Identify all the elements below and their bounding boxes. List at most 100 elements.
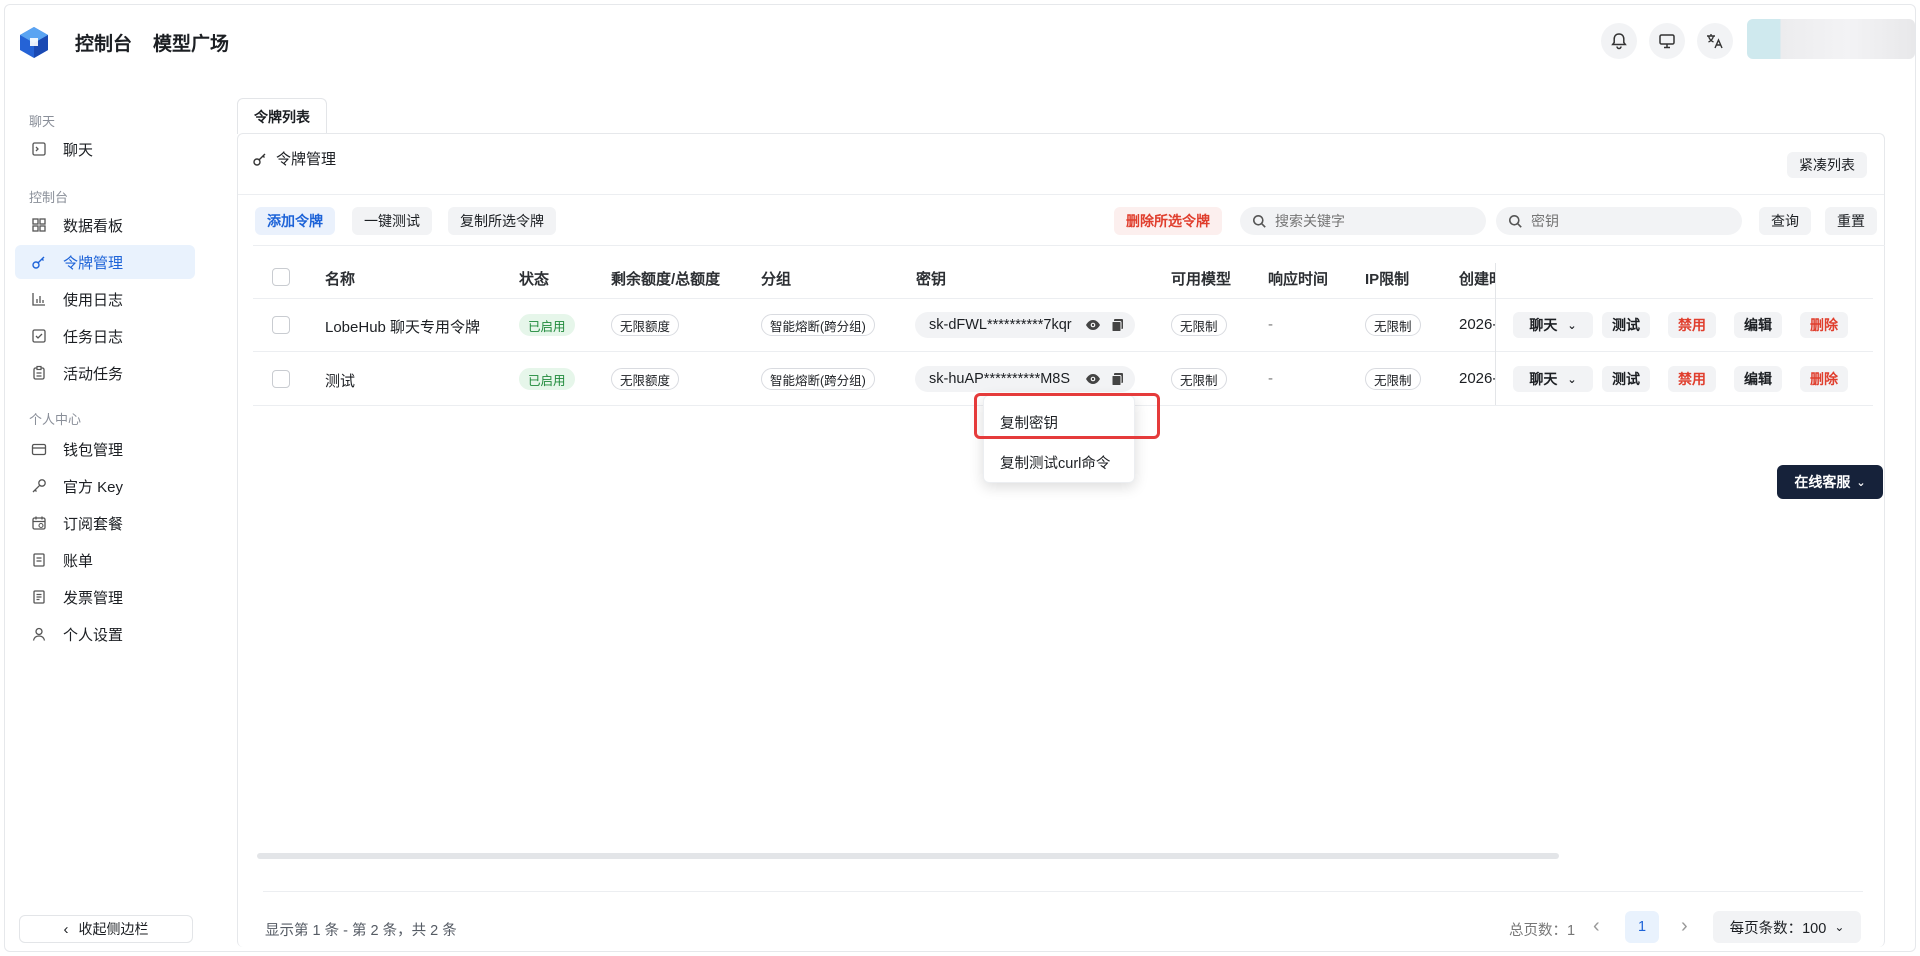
copy-icon[interactable] <box>1111 318 1124 332</box>
status-badge: 已启用 <box>519 314 575 336</box>
add-token-button[interactable]: 添加令牌 <box>255 207 335 235</box>
compact-list-button[interactable]: 紧凑列表 <box>1787 152 1867 178</box>
copy-selected-button[interactable]: 复制所选令牌 <box>448 207 556 235</box>
column-header-name: 名称 <box>325 271 356 288</box>
nav-model-plaza[interactable]: 模型广场 <box>153 29 229 56</box>
page-size-label: 每页条数：100 <box>1729 920 1827 937</box>
disable-button[interactable]: 禁用 <box>1668 312 1716 338</box>
collapse-sidebar-button[interactable]: ‹ 收起侧边栏 <box>19 915 193 943</box>
search-icon <box>1252 214 1267 229</box>
sidebar-item-token-management[interactable]: 令牌管理 <box>15 245 195 279</box>
tab-token-list[interactable]: 令牌列表 <box>237 98 327 134</box>
menu-item-copy-curl[interactable]: 复制测试curl命令 <box>1000 452 1110 473</box>
quota-tag: 无限额度 <box>611 368 680 390</box>
sidebar-item-task-log[interactable]: 任务日志 <box>15 319 195 353</box>
invoice-icon <box>31 589 47 605</box>
chart-icon <box>31 291 47 307</box>
chat-label: 聊天 <box>1529 317 1558 333</box>
delete-button[interactable]: 删除 <box>1800 312 1848 338</box>
column-header-quota: 剩余额度/总额度 <box>611 271 721 288</box>
row-checkbox[interactable] <box>272 370 290 388</box>
dashboard-icon <box>31 217 47 233</box>
chevron-right-icon[interactable]: › <box>1681 915 1688 938</box>
divider <box>238 194 1884 195</box>
key-icon <box>31 254 47 270</box>
sidebar-section-personal: 个人中心 <box>29 412 82 427</box>
fixed-column-divider <box>1495 263 1496 405</box>
key-search-input[interactable] <box>1531 213 1711 229</box>
column-header-status: 状态 <box>519 271 550 288</box>
sidebar-item-usage-log[interactable]: 使用日志 <box>15 282 195 316</box>
chevron-down-icon: ⌄ <box>1834 920 1845 934</box>
keyword-search-input[interactable] <box>1275 213 1455 229</box>
divider <box>253 298 1873 299</box>
select-all-checkbox[interactable] <box>272 268 290 286</box>
eye-icon[interactable] <box>1085 319 1101 331</box>
created-time: 2026- <box>1459 316 1495 333</box>
token-panel: 令牌管理 紧凑列表 <box>237 133 1885 947</box>
sidebar-item-bill[interactable]: 账单 <box>15 543 195 577</box>
column-header-latency: 响应时间 <box>1268 271 1329 288</box>
sidebar-item-official-key[interactable]: 官方 Key <box>15 469 195 503</box>
chevron-down-icon: ⌄ <box>1567 319 1577 332</box>
latency-value: - <box>1268 316 1273 333</box>
sidebar-item-chat[interactable]: 聊天 <box>15 132 195 166</box>
user-avatar[interactable] <box>1747 19 1915 59</box>
sidebar-section-chat: 聊天 <box>29 114 56 129</box>
disable-button[interactable]: 禁用 <box>1668 366 1716 392</box>
edit-button[interactable]: 编辑 <box>1734 366 1782 392</box>
chevron-left-icon: ‹ <box>63 920 69 938</box>
sidebar-item-subscription[interactable]: 订阅套餐 <box>15 506 195 540</box>
group-tag: 智能熔断(跨分组) <box>761 368 875 390</box>
column-header-key: 密钥 <box>916 271 947 288</box>
sidebar-item-label: 令牌管理 <box>63 254 124 272</box>
keyword-search-field[interactable] <box>1240 207 1486 235</box>
chevron-left-icon[interactable]: ‹ <box>1593 915 1600 938</box>
sidebar-item-label: 聊天 <box>63 141 94 159</box>
key-icon <box>252 151 268 167</box>
eye-icon[interactable] <box>1085 373 1101 385</box>
panel-title: 令牌管理 <box>252 148 336 169</box>
user-icon <box>31 626 47 642</box>
online-service-button[interactable]: 在线客服 ⌄ <box>1777 465 1883 499</box>
sidebar-item-personal-settings[interactable]: 个人设置 <box>15 617 195 651</box>
page-number-button[interactable]: 1 <box>1625 911 1659 943</box>
edit-button[interactable]: 编辑 <box>1734 312 1782 338</box>
key-field: sk-huAP**********M8S <box>915 366 1135 392</box>
panel-title-text: 令牌管理 <box>276 151 337 168</box>
test-button[interactable]: 测试 <box>1602 312 1650 338</box>
nav-console[interactable]: 控制台 <box>75 29 132 56</box>
checklist-icon <box>31 328 47 344</box>
delete-button[interactable]: 删除 <box>1800 366 1848 392</box>
sidebar-item-label: 个人设置 <box>63 626 124 644</box>
latency-value: - <box>1268 370 1273 387</box>
key-search-field[interactable] <box>1496 207 1742 235</box>
masked-key: sk-huAP**********M8S <box>929 371 1071 387</box>
sidebar-item-dashboard[interactable]: 数据看板 <box>15 208 195 242</box>
reset-button[interactable]: 重置 <box>1825 207 1877 235</box>
chat-dropdown-button[interactable]: 聊天 ⌄ <box>1513 366 1593 392</box>
chat-dropdown-button[interactable]: 聊天 ⌄ <box>1513 312 1593 338</box>
ip-limit-tag: 无限制 <box>1365 314 1421 336</box>
monitor-icon[interactable] <box>1649 23 1685 59</box>
language-translate-icon[interactable] <box>1697 23 1733 59</box>
row-checkbox[interactable] <box>272 316 290 334</box>
page-size-select[interactable]: 每页条数：100 ⌄ <box>1713 911 1861 943</box>
collapse-sidebar-label: 收起侧边栏 <box>78 921 149 937</box>
divider <box>263 891 1863 892</box>
logo-icon[interactable] <box>17 25 51 59</box>
test-all-button[interactable]: 一键测试 <box>352 207 432 235</box>
horizontal-scrollbar[interactable] <box>257 853 1559 859</box>
notification-bell-icon[interactable] <box>1601 23 1637 59</box>
test-button[interactable]: 测试 <box>1602 366 1650 392</box>
copy-icon[interactable] <box>1111 372 1124 386</box>
sidebar-item-label: 账单 <box>63 552 94 570</box>
divider <box>253 245 1885 246</box>
sidebar-item-active-tasks[interactable]: 活动任务 <box>15 356 195 390</box>
sidebar-item-wallet[interactable]: 钱包管理 <box>15 432 195 466</box>
sidebar-item-invoice[interactable]: 发票管理 <box>15 580 195 614</box>
chat-label: 聊天 <box>1529 371 1558 387</box>
query-button[interactable]: 查询 <box>1759 207 1811 235</box>
delete-selected-button[interactable]: 删除所选令牌 <box>1114 207 1222 235</box>
column-header-group: 分组 <box>761 271 792 288</box>
